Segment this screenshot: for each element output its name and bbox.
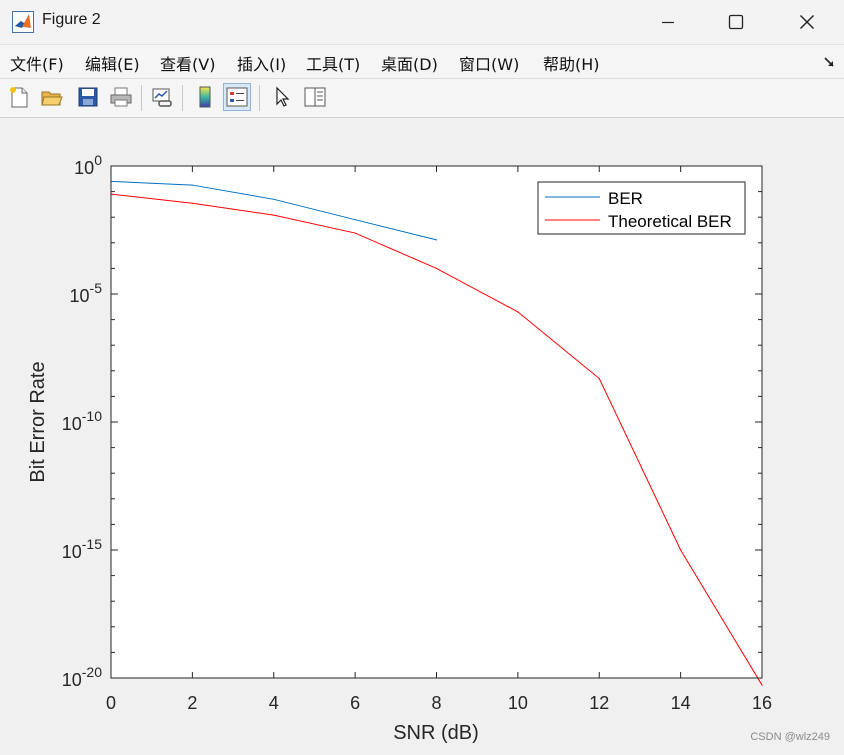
open-file-button[interactable] — [38, 83, 66, 111]
plot-area — [111, 166, 762, 678]
property-editor-button[interactable] — [301, 83, 329, 111]
figure-canvas: 0 2 4 6 8 10 12 14 16 100 10-5 10-10 10-15 10-20 SNR… — [0, 118, 844, 751]
maximize-icon — [728, 14, 744, 30]
pointer-icon — [276, 86, 290, 107]
y-tick-label: 10-5 — [70, 280, 103, 306]
data-point — [354, 219, 356, 221]
property-editor-icon — [304, 87, 326, 107]
data-point — [435, 267, 438, 269]
data-point — [273, 198, 275, 200]
y-tick-label: 10-20 — [62, 664, 102, 690]
data-point — [598, 377, 600, 380]
menu-view[interactable]: 查看(V) — [160, 51, 215, 75]
colorbar-icon — [199, 86, 211, 108]
link-plot-button[interactable] — [148, 83, 176, 111]
ber-chart[interactable]: 0 2 4 6 8 10 12 14 16 100 10-5 10-10 10-15 10-20 SNR… — [0, 118, 844, 751]
window-title: Figure 2 — [42, 11, 101, 28]
toolbar-separator — [259, 85, 260, 111]
edit-plot-button[interactable] — [268, 83, 296, 111]
legend[interactable]: BER Theoretical BER — [537, 181, 746, 235]
figure-toolbar — [0, 79, 844, 118]
y-tick-label: 10-10 — [62, 408, 102, 434]
dock-figure-icon[interactable] — [822, 55, 836, 69]
y-tick-label: 10-15 — [62, 536, 102, 562]
y-tick-label: 100 — [74, 152, 102, 178]
menu-insert[interactable]: 插入(I) — [237, 51, 286, 75]
legend-button[interactable] — [223, 83, 251, 111]
x-tick-label: 10 — [508, 693, 528, 713]
y-axis-label: Bit Error Rate — [27, 361, 49, 482]
menu-edit[interactable]: 编辑(E) — [85, 51, 140, 75]
x-tick-label: 8 — [431, 693, 441, 713]
data-point — [354, 232, 356, 234]
x-tick-label: 0 — [106, 693, 116, 713]
print-button[interactable] — [107, 83, 135, 111]
title-bar: Figure 2 — [0, 0, 844, 45]
close-icon — [800, 15, 814, 29]
data-point — [435, 239, 438, 241]
toolbar-separator — [182, 85, 183, 111]
save-button[interactable] — [74, 83, 102, 111]
menu-file[interactable]: 文件(F) — [10, 51, 64, 75]
menu-window[interactable]: 窗口(W) — [459, 51, 519, 75]
watermark: CSDN @wlz249 — [750, 731, 830, 743]
x-tick-label: 6 — [350, 693, 360, 713]
data-point — [191, 184, 193, 186]
legend-label-theoretical-ber: Theoretical BER — [608, 212, 732, 231]
legend-icon — [226, 87, 248, 107]
menu-help[interactable]: 帮助(H) — [543, 51, 600, 75]
matlab-logo-icon — [12, 11, 34, 33]
x-axis-label: SNR (dB) — [393, 722, 479, 744]
data-point — [191, 202, 193, 204]
x-tick-labels: 0 2 4 6 8 10 12 14 16 — [106, 693, 772, 713]
print-icon — [110, 87, 132, 107]
data-point — [273, 214, 275, 216]
colorbar-button[interactable] — [191, 83, 219, 111]
y-tick-labels: 100 10-5 10-10 10-15 10-20 — [62, 152, 102, 690]
x-tick-label: 12 — [589, 693, 609, 713]
x-tick-label: 4 — [269, 693, 279, 713]
minimize-icon — [662, 21, 674, 24]
toolbar-separator — [141, 85, 142, 111]
link-icon — [152, 88, 172, 107]
data-point — [761, 684, 763, 686]
menu-tools[interactable]: 工具(T) — [306, 51, 360, 75]
open-file-icon — [41, 91, 63, 106]
data-point — [680, 549, 682, 551]
save-icon — [78, 87, 98, 107]
x-tick-label: 14 — [671, 693, 691, 713]
minimize-button[interactable] — [645, 6, 691, 38]
legend-label-ber: BER — [608, 189, 643, 208]
close-button[interactable] — [784, 6, 830, 38]
new-figure-icon — [10, 87, 28, 108]
menu-desktop[interactable]: 桌面(D) — [381, 51, 438, 75]
new-figure-button[interactable] — [5, 83, 33, 111]
data-point — [517, 311, 519, 313]
maximize-button[interactable] — [713, 6, 759, 38]
menu-bar: 文件(F) 编辑(E) 查看(V) 插入(I) 工具(T) 桌面(D) 窗口(W… — [0, 45, 844, 79]
x-tick-label: 2 — [187, 693, 197, 713]
x-tick-label: 16 — [752, 693, 772, 713]
